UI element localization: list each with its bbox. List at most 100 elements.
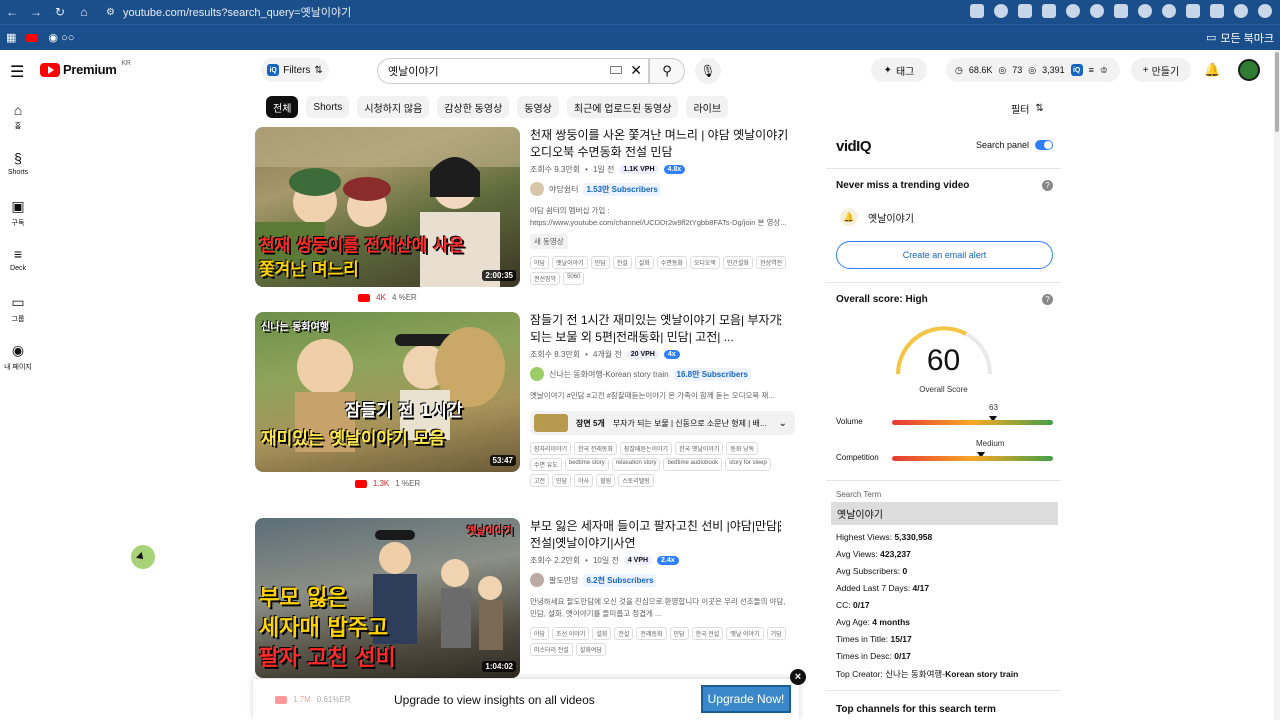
toggle-switch[interactable] (1035, 140, 1053, 150)
upgrade-banner: 1.7M 0.61%ER Upgrade to view insights on… (253, 679, 799, 720)
more-actions-icon[interactable]: ⋮ (774, 127, 787, 143)
bookmark-star-icon[interactable] (994, 4, 1008, 18)
bookmark-icon[interactable]: ◉ ○○ (48, 31, 74, 44)
reload-icon[interactable]: ↻ (54, 5, 66, 19)
notifications-bell-icon[interactable]: 🔔 (1204, 62, 1220, 78)
video-duration: 1:04:02 (482, 661, 516, 672)
apps-grid-icon[interactable]: ▦ (6, 31, 16, 44)
video-thumbnail[interactable]: 신나는 동화여행 잠들기 전 1시간 재미있는 옛날이야기 모음 53:47 (255, 312, 520, 472)
chip-live[interactable]: 라이브 (686, 96, 729, 118)
extensions-row (970, 4, 1272, 18)
video-tag: 야사 (574, 474, 594, 487)
address-text[interactable]: youtube.com/results?search_query=옛날이야기 (123, 4, 351, 20)
video-tag: 오디오북 (689, 256, 720, 269)
sidebar-item-subscriptions[interactable]: ▣ 구독 (0, 192, 36, 240)
sidebar-item-group[interactable]: ▭ 그룹 (0, 288, 36, 336)
chip-shorts[interactable]: Shorts (306, 96, 350, 118)
help-icon[interactable]: ? (1042, 180, 1053, 191)
chevron-down-icon[interactable]: ⌄ (779, 418, 787, 429)
video-title[interactable]: 잠들기 전 1시간 재미있는 옛날이야기 모음| 부자가 되는 보물 외 5편|… (530, 312, 790, 346)
channel-avatar[interactable] (530, 367, 544, 381)
voice-search-button[interactable]: 🎙 (695, 58, 721, 84)
channel-row[interactable]: 팔도만담 6.2천 Subscribers (530, 573, 790, 587)
cast-icon[interactable] (970, 4, 984, 18)
close-upgrade-icon[interactable]: × (790, 669, 806, 685)
help-icon[interactable]: ? (1042, 294, 1053, 305)
create-button[interactable]: + 만들기 (1131, 58, 1191, 82)
page-scrollbar[interactable] (1274, 50, 1280, 720)
extension-icon[interactable] (1066, 4, 1080, 18)
extension-icon[interactable] (1114, 4, 1128, 18)
video-tags: 잠자리이야기 한국 전래동화 잠잘때듣는이야기 한국 옛날이야기 동화 낭독 수… (530, 442, 790, 487)
search-input[interactable]: 옛날이야기 ✕ (377, 58, 649, 84)
extensions-puzzle-icon[interactable] (1186, 4, 1200, 18)
video-result: 신나는 동화여행 잠들기 전 1시간 재미있는 옛날이야기 모음 53:47 1… (255, 312, 795, 512)
search-panel-toggle[interactable]: Search panel (976, 140, 1053, 150)
more-actions-icon[interactable]: ⋮ (774, 518, 787, 534)
channel-row[interactable]: 야담쉼터 1.53만 Subscribers (530, 182, 790, 196)
extension-icon[interactable] (1018, 4, 1032, 18)
sidebar-item-label: 내 페이지 (4, 364, 32, 371)
stat-value: 5,330,958 (894, 532, 933, 542)
extension-icon[interactable] (1162, 4, 1176, 18)
extension-icon[interactable] (1042, 4, 1056, 18)
channel-row[interactable]: 신나는 동화여행-Korean story train 16.8만 Subscr… (530, 367, 790, 381)
keyboard-icon[interactable] (610, 66, 622, 74)
home-browser-icon[interactable]: ⌂ (78, 5, 90, 19)
channel-name[interactable]: 팔도만담 (549, 575, 578, 586)
video-title[interactable]: 부모 잃은 세자매 들이고 팔자고친 선비 |야담|만담|전설|옛날이야기|사연 (530, 518, 790, 552)
clear-search-icon[interactable]: ✕ (630, 62, 642, 79)
sidebar-item-home[interactable]: ⌂ 홈 (0, 96, 36, 144)
vidiq-stats-pill[interactable]: ◷ 68.6K ◎ 73 ◎ 3,391 iQ ≡ ♔ (946, 58, 1120, 82)
extension-icon[interactable] (1138, 4, 1152, 18)
channel-name[interactable]: 신나는 동화여행-Korean story train (549, 369, 669, 380)
video-thumbnail[interactable]: 천재 쌍둥이를 전재산에 사온 쫓겨난 며느리 2:00:35 (255, 127, 520, 287)
search-button[interactable]: ⚲ (649, 58, 685, 84)
menu-dots-icon[interactable] (1258, 4, 1272, 18)
site-info-icon[interactable]: ⚙ (106, 7, 115, 18)
youtube-bookmark-icon[interactable] (26, 33, 39, 42)
chip-watched[interactable]: 감상한 동영상 (437, 96, 510, 118)
chip-recently-uploaded[interactable]: 최근에 업로드된 동영상 (566, 96, 679, 118)
extension-icon[interactable] (1090, 4, 1104, 18)
upgrade-now-button[interactable]: Upgrade Now! (701, 685, 791, 713)
channel-avatar[interactable] (530, 573, 544, 587)
filter-label: 필터 (1011, 105, 1030, 116)
account-avatar[interactable] (1238, 59, 1260, 81)
profile-icon[interactable] (1234, 4, 1248, 18)
chip-all[interactable]: 전체 (266, 96, 299, 118)
tag-button[interactable]: ✦ 태그 (871, 58, 927, 82)
mini-guide: ⌂ 홈 § Shorts ▣ 구독 ≡ Deck ▭ 그룹 ◉ 내 페이지 (0, 96, 36, 384)
video-tag: 민담 (590, 256, 610, 269)
video-title[interactable]: 천재 쌍둥이를 사온 쫓겨난 며느리 | 야담 옛날이야기 오디오북 수면동화 … (530, 127, 790, 161)
folder-icon: ▭ (11, 294, 25, 310)
plus-icon: + (1142, 64, 1149, 76)
sidepanel-icon[interactable] (1210, 4, 1224, 18)
video-thumbnail[interactable]: 옛날이야기 부모 잃은 세자매 밥주고 팔자 고친 선비 1:04:02 (255, 518, 520, 678)
chapters-row[interactable]: 장면 5개 부자가 되는 보물 | 신동으로 소문난 형제 | 배... ⌄ (530, 411, 795, 435)
vidiq-filters-button[interactable]: iQ Filters ⇅ (261, 58, 329, 82)
hamburger-menu-icon[interactable]: ☰ (10, 62, 24, 82)
chip-videos[interactable]: 동영상 (517, 96, 559, 118)
youtube-premium-logo[interactable]: Premium KR (40, 60, 131, 77)
sliders-icon: ⇅ (1035, 103, 1044, 114)
more-actions-icon[interactable]: ⋮ (774, 312, 787, 328)
channel-avatar[interactable] (530, 182, 544, 196)
chapter-count: 장면 5개 (576, 418, 605, 428)
back-icon[interactable]: ← (6, 5, 18, 19)
channel-name[interactable]: 야담쉼터 (549, 184, 578, 195)
all-bookmarks[interactable]: ▭ 모든 북마크 (1206, 30, 1274, 46)
vidiq-thumb-stats: 1.7M 0.61%ER (275, 695, 351, 704)
vidiq-logo: vidIQ (836, 138, 872, 155)
create-email-alert-button[interactable]: Create an email alert (836, 241, 1053, 269)
logo-text: Premium (63, 62, 117, 77)
sidebar-item-you[interactable]: ◉ 내 페이지 (0, 336, 36, 384)
scrollbar-thumb[interactable] (1275, 52, 1279, 132)
search-filters-button[interactable]: 필터 ⇅ (1011, 101, 1044, 116)
address-bar[interactable]: ⚙ youtube.com/results?search_query=옛날이야기 (106, 2, 351, 22)
chip-unwatched[interactable]: 시청하지 않음 (357, 96, 430, 118)
sidebar-item-shorts[interactable]: § Shorts (0, 144, 36, 192)
forward-icon[interactable]: → (30, 5, 42, 19)
volume-value: 63 (989, 403, 998, 412)
sidebar-item-deck[interactable]: ≡ Deck (0, 240, 36, 288)
